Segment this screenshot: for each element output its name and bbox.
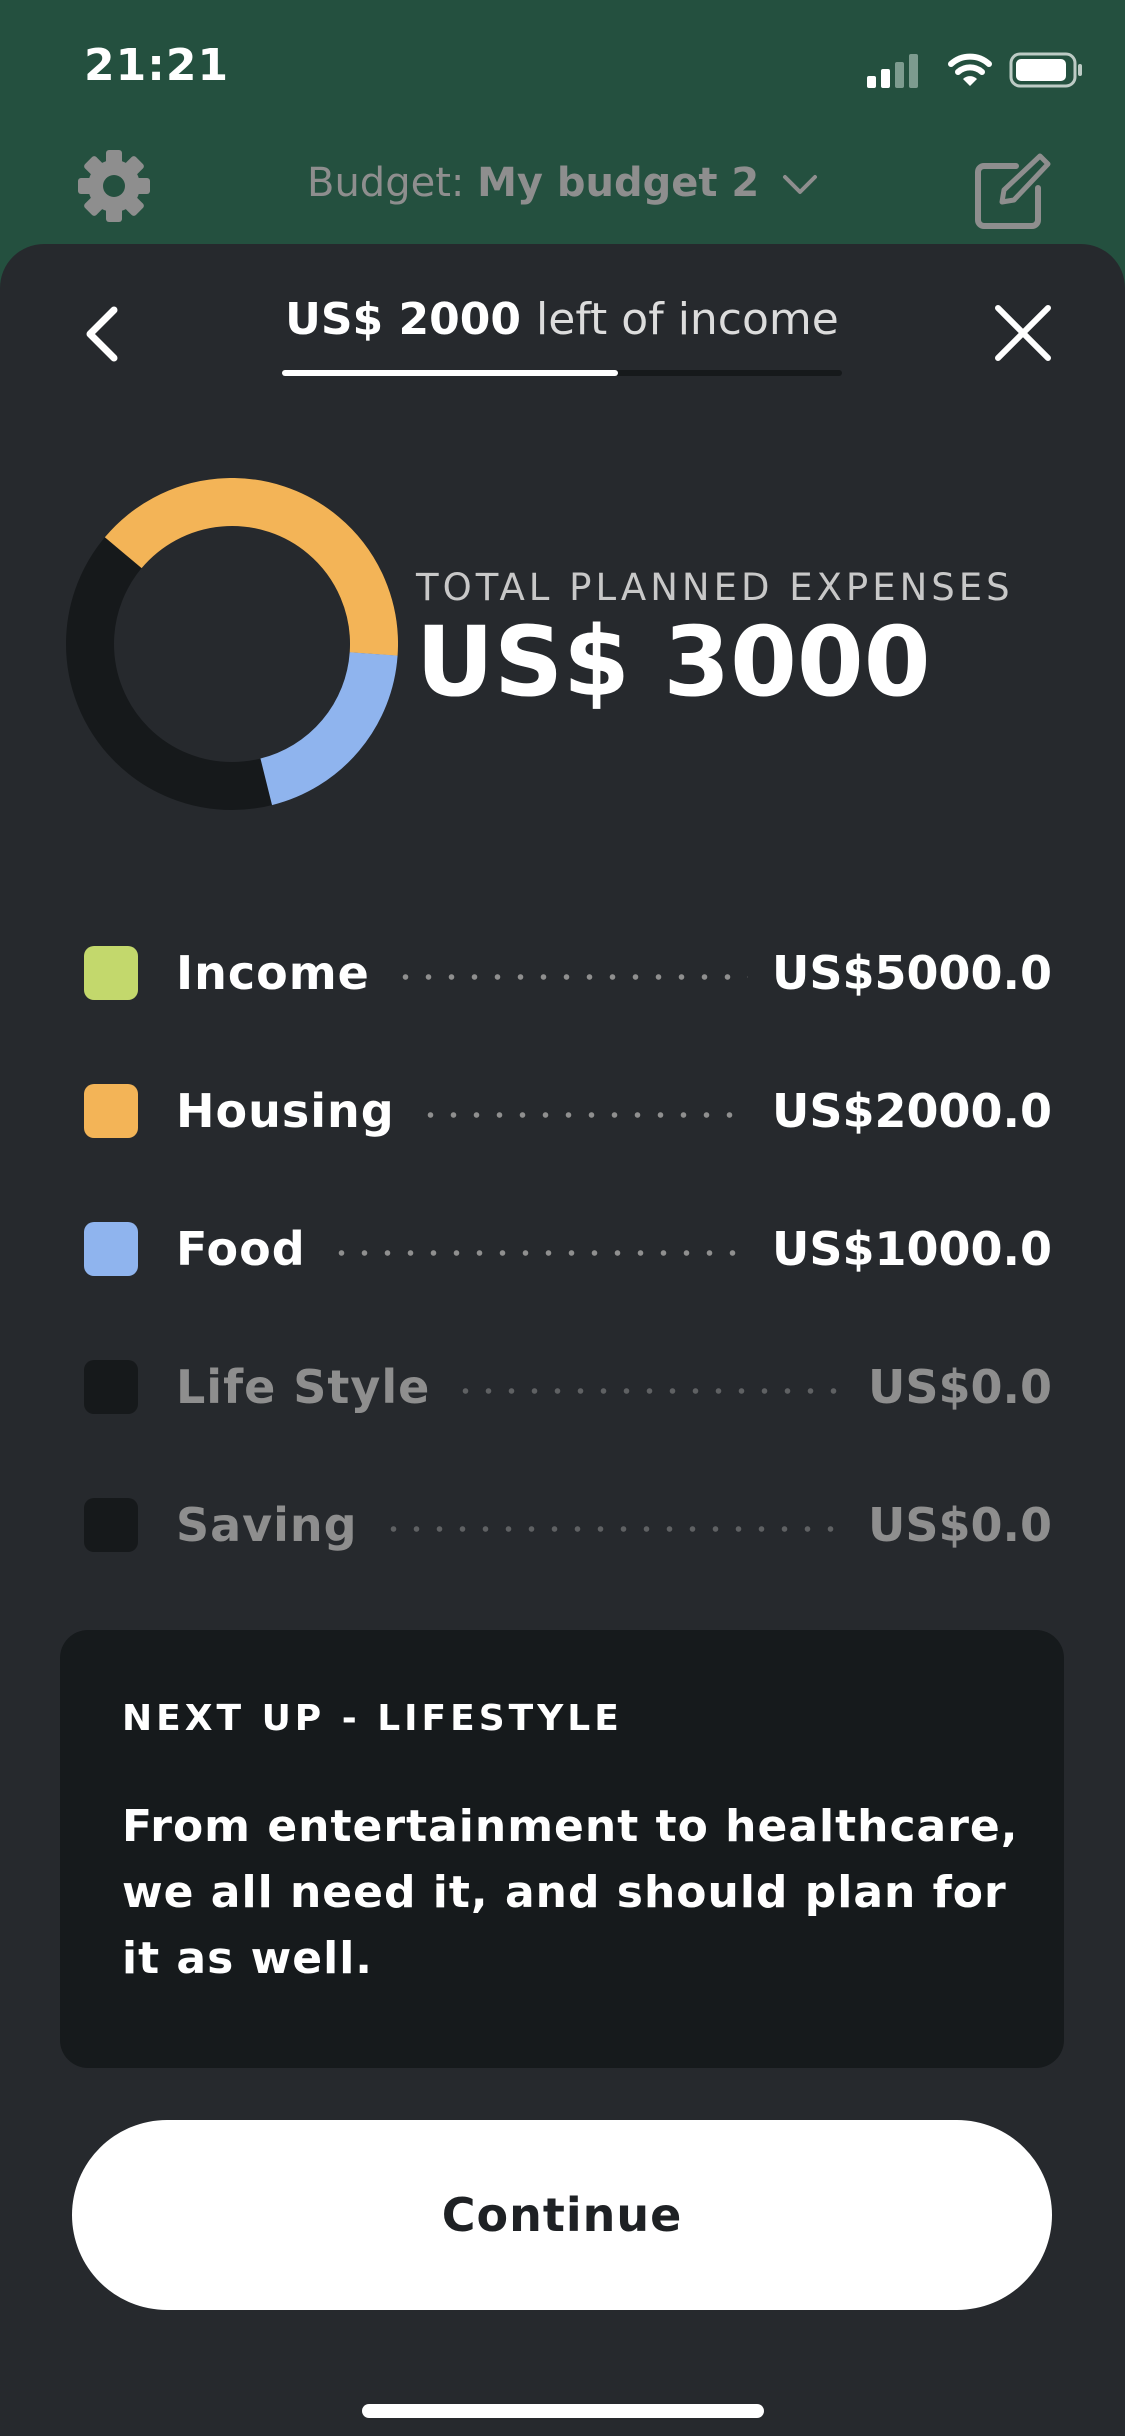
planning-sheet: US$ 2000 left of income TOTAL PLANNED EX… (0, 244, 1125, 2436)
status-time: 21:21 (84, 40, 230, 91)
summary-label: TOTAL PLANNED EXPENSES (416, 566, 1014, 609)
back-button[interactable] (70, 294, 136, 374)
chevron-left-icon (86, 306, 118, 362)
next-up-title: NEXT UP - LIFESTYLE (122, 1698, 623, 1739)
step-progress-fill (282, 370, 618, 376)
battery-icon (1009, 52, 1082, 88)
category-row-income[interactable]: Income US$5000.0 (84, 904, 1052, 1042)
continue-button[interactable]: Continue (72, 2120, 1052, 2310)
category-color-swatch (84, 1222, 138, 1276)
budget-prefix: Budget: (307, 160, 465, 206)
budget-name: My budget 2 (477, 160, 760, 206)
cellular-signal-icon (867, 54, 918, 88)
next-up-description: From entertainment to healthcare, we all… (122, 1801, 1019, 1984)
category-name: Housing (176, 1084, 395, 1138)
category-row-life-style[interactable]: Life Style US$0.0 (84, 1318, 1052, 1456)
category-amount: US$0.0 (868, 1498, 1052, 1552)
category-row-housing[interactable]: Housing US$2000.0 (84, 1042, 1052, 1180)
dotted-leader (329, 1249, 748, 1257)
dotted-leader (454, 1387, 845, 1395)
category-name: Income (176, 946, 370, 1000)
category-amount: US$0.0 (868, 1360, 1052, 1414)
wifi-icon (948, 53, 992, 86)
app-header: Budget: My budget 2 (0, 140, 1125, 245)
close-button[interactable] (990, 300, 1056, 366)
category-color-swatch (84, 1498, 138, 1552)
next-up-card: NEXT UP - LIFESTYLE From entertainment t… (60, 1630, 1064, 2068)
category-row-saving[interactable]: Saving US$0.0 (84, 1456, 1052, 1594)
remaining-caption: left of income (536, 294, 839, 345)
step-progress-bar (282, 370, 842, 376)
category-list: Income US$5000.0 Housing US$2000.0 Food … (84, 904, 1052, 1594)
dotted-leader (393, 973, 748, 981)
category-color-swatch (84, 1360, 138, 1414)
dotted-leader (418, 1111, 748, 1119)
category-name: Life Style (176, 1360, 431, 1414)
dotted-leader (381, 1525, 845, 1533)
remaining-amount: US$ 2000 (285, 294, 521, 345)
category-color-swatch (84, 946, 138, 1000)
summary-value: US$ 3000 (416, 606, 931, 718)
status-bar: 21:21 (0, 0, 1125, 140)
expenses-donut-chart (66, 478, 398, 810)
category-name: Saving (176, 1498, 358, 1552)
home-indicator (362, 2404, 764, 2418)
remaining-income: US$ 2000 left of income (282, 294, 842, 345)
edit-budget-button[interactable] (972, 152, 1052, 232)
category-amount: US$5000.0 (772, 946, 1052, 1000)
close-icon (995, 305, 1051, 361)
category-name: Food (176, 1222, 306, 1276)
sheet-header: US$ 2000 left of income (0, 244, 1125, 424)
category-amount: US$1000.0 (772, 1222, 1052, 1276)
budget-selector[interactable]: Budget: My budget 2 (0, 160, 1125, 206)
edit-icon (975, 153, 1051, 229)
category-amount: US$2000.0 (772, 1084, 1052, 1138)
status-icons (865, 50, 1085, 90)
category-row-food[interactable]: Food US$1000.0 (84, 1180, 1052, 1318)
chevron-down-icon (782, 175, 817, 194)
category-color-swatch (84, 1084, 138, 1138)
